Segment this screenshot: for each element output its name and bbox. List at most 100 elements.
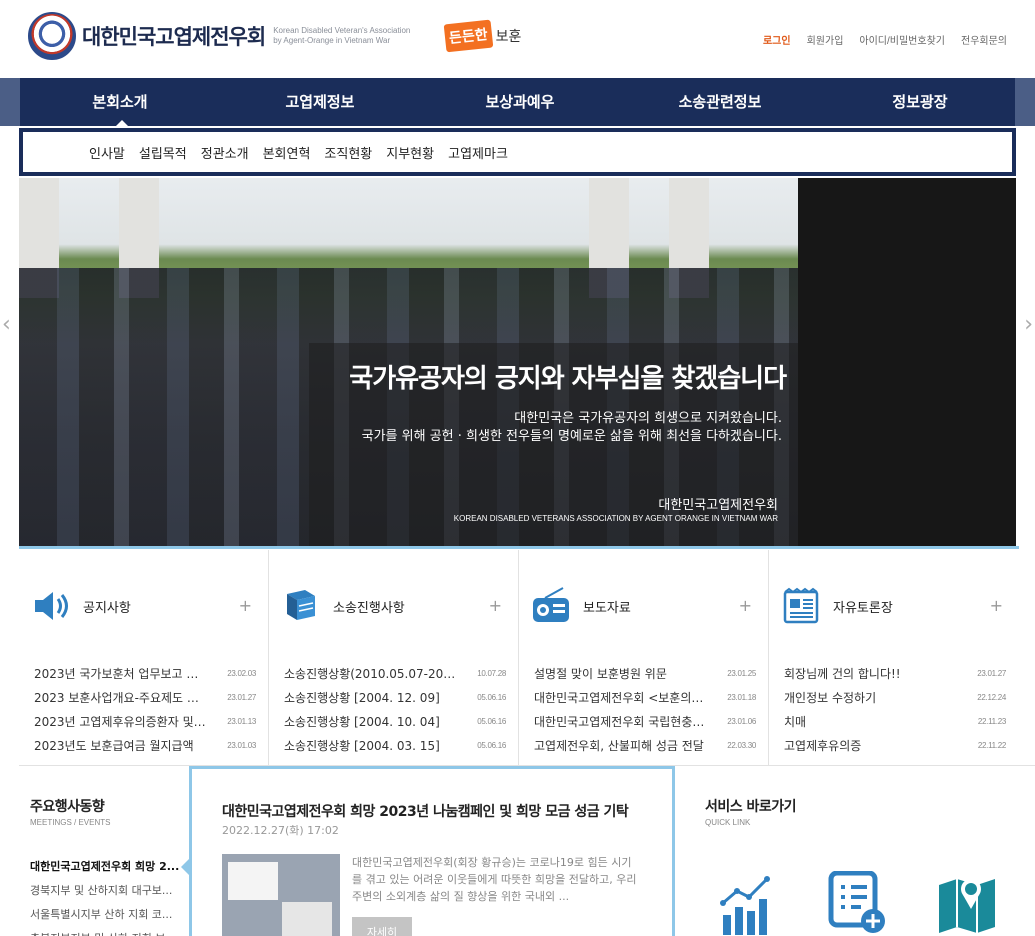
site-header: 대한민국고엽제전우회 Korean Disabled Veteran's Ass… [0, 0, 1035, 78]
board-list: 2023년 국가보훈처 업무보고 안내 23.02.03 2023 보훈사업개요-… [34, 662, 256, 758]
list-item[interactable]: 대한민국고엽제전우회 국립현충원 ... 23.01.06 [534, 710, 756, 734]
nav-item-compensation[interactable]: 보상과예우 [420, 78, 620, 126]
document-add-icon[interactable] [825, 871, 889, 935]
board-header[interactable]: 자유토론장 [781, 586, 893, 626]
list-item[interactable]: 2023 보훈사업개요-주요제도 변경 ... 23.01.27 [34, 686, 256, 710]
list-item[interactable]: 소송진행상황 [2004. 12. 09] 05.06.16 [284, 686, 506, 710]
list-item[interactable]: 고엽제후유의증 22.11.22 [784, 734, 1006, 758]
events-title: 주요행사동향 [30, 799, 105, 815]
newspaper-icon [783, 587, 819, 624]
item-title: 설명절 맞이 보훈병원 위문 [534, 667, 667, 681]
board-header[interactable]: 공지사항 [31, 586, 131, 626]
item-title: 대한민국고엽제전우회 <보훈의 집... [534, 691, 706, 705]
list-item[interactable]: 치매 22.11.23 [784, 710, 1006, 734]
subnav-item-branches[interactable]: 지부현황 [386, 143, 434, 162]
list-item[interactable]: 설명절 맞이 보훈병원 위문 23.01.25 [534, 662, 756, 686]
feature-photo[interactable] [222, 854, 340, 936]
hero-side-panel [798, 178, 1016, 546]
event-item[interactable]: 경북지부 및 산하지회 대구보... [30, 879, 180, 903]
map-pin-icon[interactable] [935, 871, 999, 935]
hero-desc-line1: 대한민국은 국가유공자의 희생으로 지켜왔습니다. [514, 411, 782, 426]
more-button[interactable]: 자세히 [352, 917, 412, 936]
login-link[interactable]: 로그인 [763, 32, 791, 47]
item-title: 고엽제후유의증 [784, 739, 862, 753]
item-title: 2023 보훈사업개요-주요제도 변경 ... [34, 691, 206, 705]
event-item[interactable]: 충북지부지부 및 산하 지회 보... [30, 927, 180, 936]
list-item[interactable]: 2023년 국가보훈처 업무보고 안내 23.02.03 [34, 662, 256, 686]
subnav-item-organization[interactable]: 조직현황 [324, 143, 372, 162]
list-item[interactable]: 대한민국고엽제전우회 <보훈의 집... 23.01.18 [534, 686, 756, 710]
hero-banner: 국가유공자의 긍지와 자부심을 찾겠습니다 대한민국은 국가유공자의 희생으로 … [19, 178, 798, 546]
events-section: 주요행사동향 MEETINGS / EVENTS 대한민국고엽제전우회 희망 2… [30, 796, 185, 936]
nav-item-info-plaza[interactable]: 정보광장 [820, 78, 1020, 126]
logo-title: 대한민국고엽제전우회 [82, 25, 266, 49]
item-date: 22.11.23 [977, 717, 1006, 726]
item-date: 23.01.03 [227, 741, 256, 750]
list-item[interactable]: 소송진행상황 [2004. 10. 04] 05.06.16 [284, 710, 506, 734]
radio-icon [533, 587, 569, 622]
board-title: 공지사항 [83, 600, 131, 616]
item-date: 22.12.24 [977, 693, 1006, 702]
item-date: 23.01.06 [727, 717, 756, 726]
hero-desc-line2: 국가를 위해 공헌 · 희생한 전우들의 명예로운 삶을 위해 최선을 다하겠습… [361, 429, 782, 444]
board-list: 설명절 맞이 보훈병원 위문 23.01.25 대한민국고엽제전우회 <보훈의 집… [534, 662, 756, 758]
nav-item-about[interactable]: 본회소개 [20, 78, 220, 127]
chevron-left-icon[interactable]: ‹ [2, 312, 11, 337]
list-item[interactable]: 2023년 고엽제후유의증환자 및 2... 23.01.13 [34, 710, 256, 734]
subnav-item-articles[interactable]: 정관소개 [201, 143, 249, 162]
chart-icon[interactable] [715, 871, 779, 935]
item-title: 대한민국고엽제전우회 국립현충원 ... [534, 715, 706, 729]
event-item[interactable]: 대한민국고엽제전우회 희망 2... [30, 855, 180, 879]
item-title: 2023년 국가보훈처 업무보고 안내 [34, 667, 206, 681]
nav-item-lawsuit-info[interactable]: 소송관련정보 [620, 78, 820, 126]
board-header[interactable]: 보도자료 [531, 586, 631, 626]
board-title: 자유토론장 [833, 600, 893, 616]
find-account-link[interactable]: 아이디/비밀번호찾기 [859, 32, 945, 47]
event-item[interactable]: 서울특별시지부 산하 지회 코... [30, 903, 180, 927]
subnav-item-mark[interactable]: 고엽제마크 [448, 143, 508, 162]
plus-icon[interactable]: + [239, 596, 252, 615]
plus-icon[interactable]: + [990, 596, 1003, 615]
plus-icon[interactable]: + [489, 596, 502, 615]
quick-subtitle: QUICK LINK [705, 818, 751, 827]
subnav-item-purpose[interactable]: 설립목적 [139, 143, 187, 162]
board-lawsuit: 소송진행사항 + 소송진행상황(2010.05.07-2010.07.... 10… [269, 550, 519, 766]
site-logo[interactable]: 대한민국고엽제전우회 Korean Disabled Veteran's Ass… [28, 12, 410, 60]
nav-item-agent-orange-info[interactable]: 고엽제정보 [220, 78, 420, 126]
list-item[interactable]: 2023년도 보훈급여금 월지급액 23.01.03 [34, 734, 256, 758]
book-icon [287, 590, 315, 620]
item-date: 22.11.22 [977, 741, 1006, 750]
board-notice: 공지사항 + 2023년 국가보훈처 업무보고 안내 23.02.03 2023 … [19, 550, 269, 766]
list-item[interactable]: 고엽제전우회, 산불피해 성금 전달 22.03.30 [534, 734, 756, 758]
slogan: 든든한 보훈 [443, 19, 521, 53]
plus-icon[interactable]: + [739, 596, 752, 615]
feature-title[interactable]: 대한민국고엽제전우회 희망 2023년 나눔캠페인 및 희망 모금 성금 기탁 [222, 801, 629, 821]
list-item[interactable]: 소송진행상황(2010.05.07-2010.07.... 10.07.28 [284, 662, 506, 686]
list-item[interactable]: 소송진행상황 [2004. 03. 15] 05.06.16 [284, 734, 506, 758]
boards-section: 공지사항 + 2023년 국가보훈처 업무보고 안내 23.02.03 2023 … [19, 550, 1035, 766]
board-title: 보도자료 [583, 600, 631, 616]
item-date: 23.01.25 [727, 669, 756, 678]
item-title: 고엽제전우회, 산불피해 성금 전달 [534, 739, 704, 753]
item-title: 2023년 고엽제후유의증환자 및 2... [34, 715, 206, 729]
board-forum: 자유토론장 + 회장님께 건의 합니다!! 23.01.27 개인정보 수정하기 2… [769, 550, 1019, 766]
chevron-right-icon[interactable]: › [1024, 312, 1033, 337]
board-header[interactable]: 소송진행사항 [281, 586, 405, 626]
inquiry-link[interactable]: 전우회문의 [961, 32, 1007, 47]
speaker-icon [35, 592, 68, 620]
item-date: 05.06.16 [477, 741, 506, 750]
quick-links-section: 서비스 바로가기 QUICK LINK [705, 796, 1005, 935]
list-item[interactable]: 개인정보 수정하기 22.12.24 [784, 686, 1006, 710]
subnav-item-history[interactable]: 본회연혁 [263, 143, 311, 162]
feature-pointer [181, 859, 189, 875]
sub-navigation: 인사말 설립목적 정관소개 본회연혁 조직현황 지부현황 고엽제마크 [19, 128, 1016, 176]
list-item[interactable]: 회장님께 건의 합니다!! 23.01.27 [784, 662, 1006, 686]
hero-description: 대한민국은 국가유공자의 희생으로 지켜왔습니다. 국가를 위해 공헌 · 희생… [362, 410, 782, 446]
item-date: 23.01.27 [227, 693, 256, 702]
hero-signature-en: KOREAN DISABLED VETERANS ASSOCIATION BY … [453, 514, 778, 523]
subnav-item-greeting[interactable]: 인사말 [89, 143, 125, 162]
join-link[interactable]: 회원가입 [807, 32, 844, 47]
gnb-left-edge [0, 78, 20, 126]
board-press: 보도자료 + 설명절 맞이 보훈병원 위문 23.01.25 대한민국고엽제전우회… [519, 550, 769, 766]
board-list: 회장님께 건의 합니다!! 23.01.27 개인정보 수정하기 22.12.24 … [784, 662, 1006, 758]
